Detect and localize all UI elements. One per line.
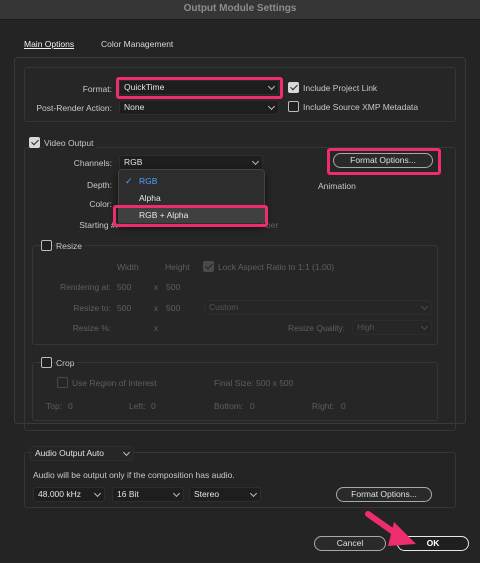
crop-right-value[interactable]: 0	[341, 401, 346, 411]
resize-preset-value: Custom	[209, 302, 239, 312]
chevron-down-icon	[267, 82, 276, 91]
channels-dropdown[interactable]: RGB	[119, 155, 263, 170]
include-project-link-label: Include Project Link	[303, 83, 378, 93]
format-value: QuickTime	[124, 82, 165, 92]
final-size-text: Final Size: 500 x 500	[214, 378, 294, 388]
resize-col-width: Width	[117, 262, 139, 272]
chevron-down-icon	[249, 489, 258, 498]
channels-menu: ✓ RGB Alpha RGB + Alpha	[118, 169, 265, 225]
tab-color-management[interactable]: Color Management	[101, 39, 173, 49]
audio-channels-dropdown[interactable]: Stereo	[189, 487, 261, 502]
channels-value: RGB	[124, 157, 143, 167]
include-project-link-checkbox[interactable]	[288, 82, 299, 93]
crop-label: Crop	[56, 358, 78, 368]
audio-output-dropdown[interactable]: Audio Output Auto	[30, 446, 134, 461]
use-roi-checkbox[interactable]	[57, 377, 68, 388]
bit-depth-value: 16 Bit	[117, 489, 139, 499]
channels-menu-item-alpha[interactable]: Alpha	[119, 190, 264, 206]
starting-suffix: ber	[266, 220, 279, 230]
chevron-down-icon	[420, 302, 429, 311]
window-titlebar: Output Module Settings	[0, 0, 480, 20]
codec-text: Animation	[318, 181, 356, 191]
crop-checkbox[interactable]	[41, 357, 52, 368]
resize-to-width[interactable]: 500	[117, 303, 131, 313]
resize-col-height: Height	[165, 262, 190, 272]
video-format-options-button[interactable]: Format Options...	[333, 153, 433, 168]
lock-aspect-checkbox[interactable]	[203, 261, 214, 272]
include-xmp-label: Include Source XMP Metadata	[303, 102, 419, 112]
chevron-down-icon	[420, 322, 429, 331]
resize-quality-dropdown[interactable]: High	[352, 320, 432, 335]
channels-menu-item-rgb[interactable]: ✓ RGB	[119, 173, 264, 189]
resize-quality-label: Resize Quality:	[288, 323, 346, 333]
audio-info-text: Audio will be output only if the composi…	[33, 470, 235, 480]
channels-label: Channels:	[73, 158, 112, 168]
resize-checkbox[interactable]	[41, 240, 52, 251]
checkmark-icon: ✓	[125, 176, 133, 186]
tab-main-options[interactable]: Main Options	[24, 39, 74, 49]
post-render-label: Post-Render Action:	[36, 103, 112, 113]
channels-menu-item-rgb-alpha[interactable]: RGB + Alpha	[119, 207, 264, 223]
rendering-x: x	[154, 282, 159, 292]
audio-output-value: Audio Output Auto	[35, 448, 104, 458]
crop-right-label: Right:	[312, 401, 335, 411]
sample-rate-dropdown[interactable]: 48.000 kHz	[33, 487, 105, 502]
channels-menu-label: RGB + Alpha	[139, 210, 189, 220]
crop-left-label: Left:	[129, 401, 146, 411]
resize-pct-label: Resize %:	[72, 323, 111, 333]
rendering-width: 500	[117, 282, 132, 292]
annotation-arrow-icon	[365, 511, 416, 546]
bit-depth-dropdown[interactable]: 16 Bit	[112, 487, 184, 502]
video-output-label: Video Output	[44, 138, 97, 148]
lock-aspect-label: Lock Aspect Ratio to 1:1 (1.00)	[218, 262, 335, 272]
chevron-down-icon	[251, 157, 260, 166]
starting-label: Starting #:	[79, 220, 118, 230]
window-title: Output Module Settings	[183, 3, 297, 14]
resize-pct-x: x	[154, 323, 159, 333]
use-roi-label: Use Region of Interest	[72, 378, 157, 388]
format-dropdown[interactable]: QuickTime	[119, 80, 279, 95]
crop-top-value[interactable]: 0	[68, 401, 73, 411]
depth-label: Depth:	[86, 180, 112, 190]
color-label: Color:	[89, 199, 112, 209]
chevron-down-icon	[172, 489, 181, 498]
resize-quality-value: High	[357, 322, 375, 332]
audio-channels-value: Stereo	[194, 489, 220, 499]
resize-to-label: Resize to:	[73, 303, 111, 313]
chevron-down-icon	[122, 448, 131, 457]
crop-section	[32, 362, 438, 421]
post-render-value: None	[124, 102, 145, 112]
post-render-dropdown[interactable]: None	[119, 100, 279, 115]
chevron-down-icon	[267, 102, 276, 111]
rendering-at-label: Rendering at:	[59, 282, 111, 292]
chevron-down-icon	[93, 489, 102, 498]
crop-top-label: Top:	[46, 401, 63, 411]
rendering-height: 500	[166, 282, 181, 292]
crop-bottom-label: Bottom:	[214, 401, 244, 411]
sample-rate-value: 48.000 kHz	[38, 489, 81, 499]
format-label: Format:	[82, 84, 112, 94]
channels-menu-label: Alpha	[139, 193, 161, 203]
video-output-checkbox[interactable]	[29, 137, 40, 148]
channels-menu-label: RGB	[139, 176, 158, 186]
crop-left-value[interactable]: 0	[151, 401, 156, 411]
resize-to-height[interactable]: 500	[166, 303, 180, 313]
resize-to-x: x	[154, 303, 159, 313]
include-xmp-checkbox[interactable]	[288, 101, 299, 112]
resize-label: Resize	[56, 241, 85, 251]
crop-bottom-value[interactable]: 0	[250, 401, 255, 411]
resize-preset-dropdown[interactable]: Custom	[204, 300, 432, 315]
